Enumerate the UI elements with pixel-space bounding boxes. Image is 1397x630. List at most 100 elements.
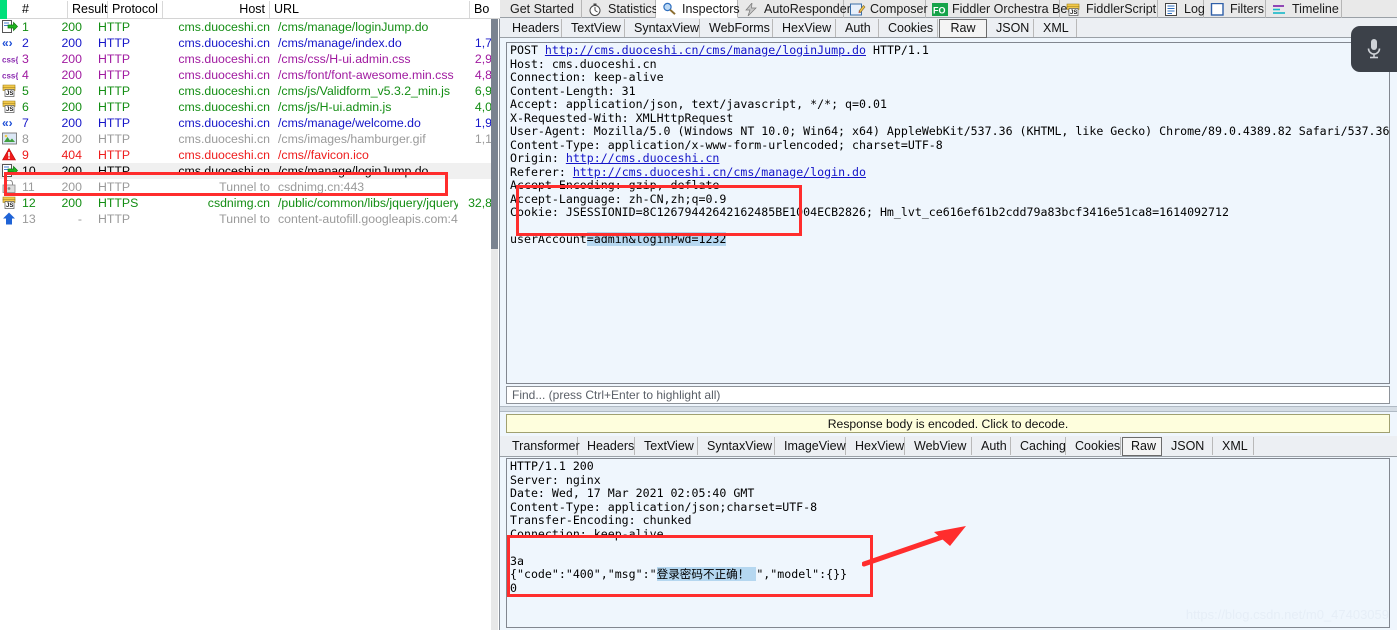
- session-protocol: HTTP: [98, 132, 131, 146]
- main-tab-fiddler-orchestra-beta[interactable]: FO Fiddler Orchestra Beta: [926, 0, 1078, 18]
- session-rows[interactable]: 1 200 HTTP cms.duoceshi.cn/cms/manage/login…: [0, 19, 500, 630]
- session-row-5[interactable]: JS 5 200 HTTP cms.duoceshi.cn/cms/js/Validfo…: [0, 83, 492, 99]
- css-icon: css{: [2, 68, 20, 82]
- referer-link[interactable]: http://cms.duoceshi.cn/cms/manage/login.…: [573, 165, 866, 179]
- column-header-protocol[interactable]: Protocol: [108, 1, 163, 18]
- session-url: /public/common/libs/jquery/jquery-...: [278, 196, 458, 210]
- session-result: 200: [61, 68, 82, 82]
- response-tab-bar[interactable]: Transformer Headers TextView SyntaxView Imag…: [500, 436, 1397, 457]
- response-tab-xml[interactable]: XML: [1214, 437, 1254, 455]
- main-tab-filters[interactable]: Filters: [1204, 0, 1266, 18]
- request-raw-text: POST http://cms.duoceshi.cn/cms/manage/l…: [510, 43, 1390, 246]
- session-row-4[interactable]: css{4 200 HTTP cms.duoceshi.cn/cms/font/fon…: [0, 67, 492, 83]
- request-tab-webforms[interactable]: WebForms: [701, 19, 773, 37]
- html-doc-icon: «›: [2, 116, 20, 130]
- main-tab-bar[interactable]: Get Started Statistics Inspectors AutoRespo…: [500, 0, 1397, 18]
- decode-notice-bar[interactable]: Response body is encoded. Click to decod…: [506, 414, 1390, 433]
- response-tab-webview[interactable]: WebView: [906, 437, 972, 455]
- session-protocol: HTTP: [98, 36, 131, 50]
- main-tab-autoresponder[interactable]: AutoResponder: [738, 0, 851, 18]
- main-tab-timeline[interactable]: Timeline: [1266, 0, 1342, 18]
- session-row-3[interactable]: css{3 200 HTTP cms.duoceshi.cn/cms/css/H-ui…: [0, 51, 492, 67]
- response-raw-view[interactable]: HTTP/1.1 200 Server: nginx Date: Wed, 17…: [506, 458, 1390, 628]
- session-protocol: HTTP: [98, 100, 131, 114]
- session-row-12[interactable]: JS 12 200 HTTPS csdnimg.cn/public/common/lib…: [0, 195, 492, 211]
- request-raw-view[interactable]: POST http://cms.duoceshi.cn/cms/manage/l…: [506, 42, 1390, 384]
- request-tab-cookies[interactable]: Cookies: [880, 19, 938, 37]
- session-protocol: HTTP: [98, 116, 131, 130]
- column-header-body[interactable]: Bo: [470, 1, 500, 18]
- session-row-8[interactable]: 8 200 HTTP cms.duoceshi.cn/cms/images/hambu…: [0, 131, 492, 147]
- session-row-13[interactable]: 13- HTTP Tunnel to content-autofill.googlea…: [0, 211, 492, 227]
- session-body-size: [450, 211, 492, 227]
- session-url: /cms/css/H-ui.admin.css: [278, 52, 411, 66]
- mic-button[interactable]: [1351, 26, 1397, 72]
- main-tab-get-started[interactable]: Get Started: [504, 0, 582, 18]
- session-url: /cms//favicon.ico: [278, 148, 369, 162]
- request-tab-raw[interactable]: Raw: [939, 19, 987, 38]
- origin-link[interactable]: http://cms.duoceshi.cn: [566, 151, 720, 165]
- session-row-2[interactable]: «› 2 200 HTTP cms.duoceshi.cn/cms/manage/ind…: [0, 35, 492, 51]
- timeline-icon: [1272, 3, 1288, 16]
- session-host: cms.duoceshi.cn: [178, 52, 270, 66]
- request-tab-json[interactable]: JSON: [988, 19, 1034, 37]
- session-url: /cms/manage/welcome.do: [278, 116, 421, 130]
- response-tab-json[interactable]: JSON: [1163, 437, 1213, 455]
- log-icon: [1164, 2, 1180, 16]
- html-doc-icon: «›: [2, 36, 20, 50]
- session-row-1[interactable]: 1 200 HTTP cms.duoceshi.cn/cms/manage/login…: [0, 19, 492, 35]
- session-row-9[interactable]: 9 404 HTTP cms.duoceshi.cn/cms//favicon.ico: [0, 147, 492, 163]
- response-tab-hexview[interactable]: HexView: [847, 437, 905, 455]
- session-host: cms.duoceshi.cn: [178, 20, 270, 34]
- image-icon: [2, 132, 20, 146]
- main-tab-statistics[interactable]: Statistics: [582, 0, 658, 18]
- request-tab-hexview[interactable]: HexView: [774, 19, 836, 37]
- session-row-6[interactable]: JS 6 200 HTTP cms.duoceshi.cn/cms/js/H-ui.ad…: [0, 99, 492, 115]
- find-input[interactable]: Find... (press Ctrl+Enter to highlight a…: [506, 386, 1390, 404]
- column-header-num[interactable]: #: [18, 1, 68, 18]
- response-tab-cookies[interactable]: Cookies: [1067, 437, 1121, 455]
- session-protocol: HTTP: [98, 180, 131, 194]
- session-row-10[interactable]: 10 200 HTTP cms.duoceshi.cn/cms/manage/logi…: [0, 163, 492, 179]
- session-body-size: 1,7: [474, 36, 492, 50]
- request-tab-auth[interactable]: Auth: [837, 19, 879, 37]
- response-tab-transformer[interactable]: Transformer: [504, 437, 580, 455]
- column-header-host[interactable]: Host: [163, 1, 270, 18]
- scrollbar-thumb[interactable]: [491, 19, 498, 249]
- svg-text:css{: css{: [2, 56, 18, 65]
- js-icon: JS: [2, 196, 20, 210]
- main-tab-inspectors[interactable]: Inspectors: [656, 0, 740, 18]
- response-tab-textview[interactable]: TextView: [636, 437, 698, 455]
- lock-icon: [2, 180, 20, 194]
- request-url-link[interactable]: http://cms.duoceshi.cn/cms/manage/loginJ…: [545, 43, 866, 57]
- request-tab-textview[interactable]: TextView: [563, 19, 625, 37]
- main-tab-composer[interactable]: Composer: [844, 0, 928, 18]
- request-tab-bar[interactable]: Headers TextView SyntaxView WebForms HexView…: [500, 18, 1397, 38]
- main-tab-log[interactable]: Log: [1158, 0, 1205, 18]
- main-tab-label: Filters: [1230, 2, 1265, 16]
- response-tab-caching[interactable]: Caching: [1012, 437, 1066, 455]
- request-tab-xml[interactable]: XML: [1035, 19, 1077, 37]
- panel-splitter[interactable]: [500, 406, 1397, 412]
- find-placeholder: Find... (press Ctrl+Enter to highlight a…: [512, 388, 721, 402]
- response-tab-raw[interactable]: Raw: [1122, 437, 1162, 456]
- session-body-size: 32,8: [468, 196, 492, 210]
- main-tab-label: Inspectors: [682, 1, 740, 16]
- column-header-result[interactable]: Result: [68, 1, 108, 18]
- request-tab-syntaxview[interactable]: SyntaxView: [626, 19, 700, 37]
- session-url: /cms/manage/loginJump.do: [278, 20, 429, 34]
- session-row-11[interactable]: 11 200 HTTP Tunnel to csdnimg.cn:443: [0, 179, 492, 195]
- main-tab-label: Log: [1184, 2, 1205, 16]
- request-tab-headers[interactable]: Headers: [504, 19, 562, 37]
- session-row-7[interactable]: «› 7 200 HTTP cms.duoceshi.cn/cms/manage/wel…: [0, 115, 492, 131]
- session-host: csdnimg.cn: [207, 196, 270, 210]
- response-tab-auth[interactable]: Auth: [973, 437, 1011, 455]
- main-tab-fiddlerscript[interactable]: JS FiddlerScript: [1060, 0, 1158, 18]
- session-body-size: [450, 19, 492, 35]
- response-tab-headers[interactable]: Headers: [579, 437, 635, 455]
- svg-text:«›: «›: [2, 36, 13, 49]
- response-tab-imageview[interactable]: ImageView: [776, 437, 846, 455]
- session-list-scrollbar[interactable]: [491, 19, 498, 630]
- response-tab-syntaxview[interactable]: SyntaxView: [699, 437, 775, 455]
- column-header-url[interactable]: URL: [270, 1, 470, 18]
